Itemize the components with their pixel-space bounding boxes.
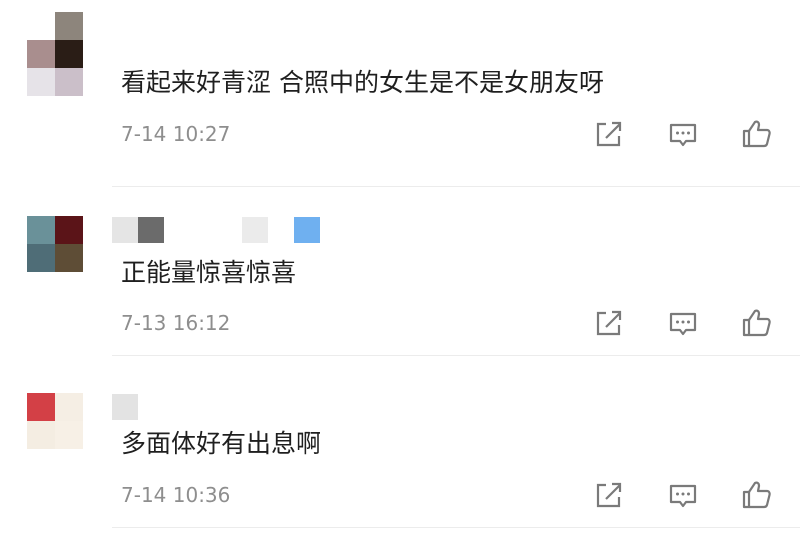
username-pixel: [112, 217, 138, 243]
comment-timestamp: 7-13 16:12: [121, 311, 231, 335]
comment-timestamp: 7-14 10:27: [121, 122, 231, 146]
username-pixel: [216, 217, 242, 243]
username-pixel: [138, 217, 164, 243]
avatar-pixel: [27, 12, 55, 40]
comment-text: 正能量惊喜惊喜: [121, 258, 297, 287]
avatar-pixel: [55, 68, 83, 96]
avatar-pixel: [55, 421, 83, 449]
reply-button[interactable]: [666, 478, 700, 512]
thumbs-up-icon: [742, 120, 771, 148]
reply-button[interactable]: [666, 306, 700, 340]
avatar-pixel: [55, 40, 83, 68]
reply-button[interactable]: [666, 117, 700, 151]
share-button[interactable]: [592, 306, 626, 340]
username[interactable]: [112, 394, 138, 420]
username-pixel: [164, 217, 190, 243]
comment-icon: [669, 312, 697, 336]
comment-actions: [590, 478, 780, 514]
username-pixel: [268, 217, 294, 243]
divider: [112, 355, 800, 356]
username-pixel: [190, 217, 216, 243]
like-button[interactable]: [740, 117, 774, 151]
username[interactable]: [112, 217, 320, 243]
avatar-pixel: [55, 244, 83, 272]
comment-icon: [669, 484, 697, 508]
avatar-pixel: [27, 393, 55, 421]
comment-icon: [669, 123, 697, 147]
thumbs-up-icon: [742, 309, 771, 337]
username-pixel: [294, 217, 320, 243]
avatar[interactable]: [27, 12, 83, 96]
thumbs-up-icon: [742, 481, 771, 509]
username-pixel: [112, 394, 138, 420]
avatar-pixel: [55, 393, 83, 421]
like-button[interactable]: [740, 306, 774, 340]
username-pixel: [242, 217, 268, 243]
share-icon: [596, 310, 622, 336]
avatar[interactable]: [27, 216, 83, 272]
divider: [112, 186, 800, 187]
comment-text: 多面体好有出息啊: [121, 429, 322, 458]
divider: [112, 527, 800, 528]
avatar-pixel: [27, 244, 55, 272]
like-button[interactable]: [740, 478, 774, 512]
comment-actions: [590, 117, 780, 153]
avatar-pixel: [55, 12, 83, 40]
comment-text: 看起来好青涩 合照中的女生是不是女朋友呀: [121, 68, 604, 97]
share-button[interactable]: [592, 117, 626, 151]
avatar[interactable]: [27, 393, 83, 449]
avatar-pixel: [27, 40, 55, 68]
comment-actions: [590, 306, 780, 342]
avatar-pixel: [27, 68, 55, 96]
avatar-pixel: [27, 421, 55, 449]
share-button[interactable]: [592, 478, 626, 512]
share-icon: [596, 482, 622, 508]
avatar-pixel: [55, 216, 83, 244]
share-icon: [596, 121, 622, 147]
comment-timestamp: 7-14 10:36: [121, 483, 231, 507]
avatar-pixel: [27, 216, 55, 244]
